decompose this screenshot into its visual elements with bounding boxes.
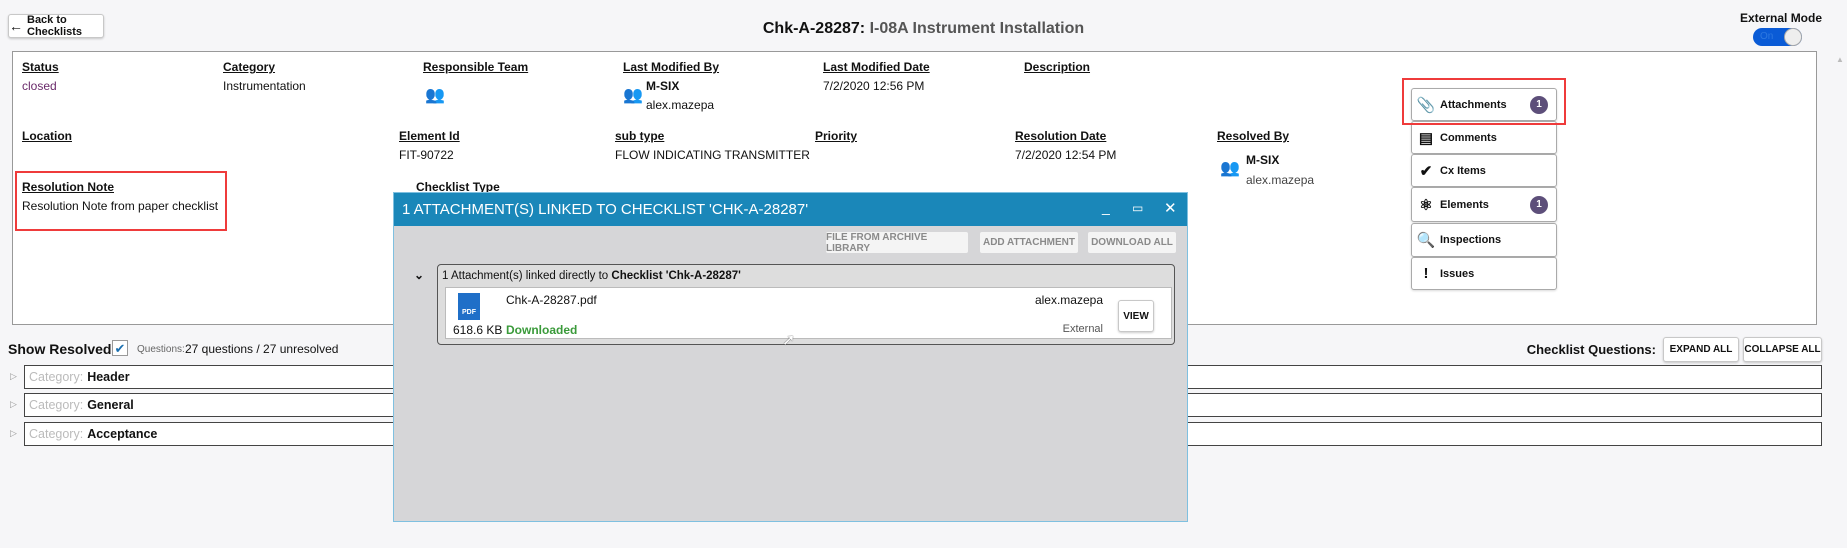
- questions-summary: 27 questions / 27 unresolved: [185, 342, 339, 356]
- status-value: closed: [22, 79, 57, 93]
- collapse-chevron-icon[interactable]: ⌄: [414, 268, 424, 282]
- team-icon: 👥: [1220, 160, 1240, 177]
- sub-type-label: sub type: [615, 129, 665, 143]
- scroll-up-arrow[interactable]: ▲: [1836, 55, 1844, 64]
- last-modified-user: alex.mazepa: [646, 98, 715, 112]
- external-mode-toggle[interactable]: On: [1753, 28, 1802, 46]
- page-title: Chk-A-28287: I-08A Instrument Installati…: [0, 20, 1847, 38]
- external-mode-label: External Mode: [1740, 11, 1823, 25]
- priority-label: Priority: [815, 129, 858, 143]
- resolution-date-label: Resolution Date: [1015, 129, 1107, 143]
- elements-count-badge: 1: [1530, 195, 1548, 214]
- attachment-source: External: [1062, 323, 1103, 335]
- last-modified-team: M-SIX: [646, 79, 680, 93]
- location-label: Location: [22, 129, 72, 143]
- view-button[interactable]: VIEW: [1118, 300, 1154, 332]
- download-all-button[interactable]: DOWNLOAD ALL: [1088, 232, 1176, 253]
- comments-button[interactable]: ▤ Comments: [1411, 121, 1557, 154]
- last-modified-date-value: 7/2/2020 12:56 PM: [823, 79, 925, 93]
- attachment-item[interactable]: PDF Chk-A-28287.pdf 618.6 KB Downloaded …: [445, 287, 1172, 339]
- atom-icon: ⚛: [1419, 196, 1433, 214]
- category-value: Instrumentation: [223, 79, 306, 93]
- resolved-by-user: alex.mazepa: [1246, 173, 1315, 187]
- toggle-knob: [1784, 28, 1802, 46]
- download-status: Downloaded: [506, 323, 578, 337]
- magnifier-icon: 🔍: [1416, 232, 1436, 249]
- element-id-label: Element Id: [399, 129, 460, 143]
- description-label: Description: [1024, 60, 1091, 74]
- attachments-highlight: [1402, 78, 1566, 125]
- pdf-file-icon: PDF: [458, 293, 480, 320]
- element-id-value: FIT-90722: [399, 148, 454, 162]
- expand-all-button[interactable]: EXPAND ALL: [1663, 337, 1739, 362]
- show-resolved-label: Show Resolved:: [8, 341, 117, 357]
- sub-type-value: FLOW INDICATING TRANSMITTER: [615, 148, 810, 162]
- questions-label: Questions:: [137, 344, 185, 355]
- maximize-icon[interactable]: ▭: [1132, 201, 1143, 215]
- attachments-dialog: 1 ATTACHMENT(S) LINKED TO CHECKLIST 'CHK…: [393, 192, 1188, 522]
- group-header: 1 Attachment(s) linked directly to Check…: [442, 270, 741, 282]
- team-icon: 👥: [623, 87, 643, 104]
- collapse-all-button[interactable]: COLLAPSE ALL: [1743, 337, 1822, 362]
- resolved-by-team: M-SIX: [1246, 153, 1280, 167]
- checkmark-icon: ✔: [1419, 162, 1433, 180]
- resolution-note-label: Resolution Note: [22, 180, 114, 194]
- responsible-team-label: Responsible Team: [423, 60, 529, 74]
- show-resolved-checkbox[interactable]: ✔: [112, 340, 128, 356]
- resolution-date-value: 7/2/2020 12:54 PM: [1015, 148, 1117, 162]
- resolution-note-value: Resolution Note from paper checklist: [22, 199, 219, 213]
- attachment-filename[interactable]: Chk-A-28287.pdf: [506, 293, 597, 307]
- expand-triangle-icon[interactable]: ▷: [10, 371, 17, 382]
- comment-icon: ▤: [1418, 129, 1434, 147]
- expand-triangle-icon[interactable]: ▷: [10, 399, 17, 410]
- last-modified-by-label: Last Modified By: [623, 60, 720, 74]
- status-label: Status: [22, 60, 59, 74]
- minimize-icon[interactable]: _: [1102, 199, 1110, 215]
- attachment-group: 1 Attachment(s) linked directly to Check…: [437, 264, 1175, 345]
- add-attachment-button[interactable]: ADD ATTACHMENT: [980, 232, 1078, 253]
- last-modified-date-label: Last Modified Date: [823, 60, 930, 74]
- dialog-title: 1 ATTACHMENT(S) LINKED TO CHECKLIST 'CHK…: [402, 201, 809, 218]
- mouse-cursor-icon: ➚: [782, 332, 796, 349]
- inspections-button[interactable]: 🔍 Inspections: [1411, 223, 1557, 257]
- category-label: Category: [223, 60, 276, 74]
- expand-triangle-icon[interactable]: ▷: [10, 428, 17, 439]
- attachment-size: 618.6 KB: [453, 323, 503, 337]
- resolved-by-label: Resolved By: [1217, 129, 1290, 143]
- file-from-archive-button[interactable]: FILE FROM ARCHIVE LIBRARY: [826, 232, 968, 254]
- exclamation-icon: !: [1423, 265, 1429, 282]
- checklist-questions-label: Checklist Questions:: [1526, 342, 1656, 357]
- close-icon[interactable]: ✕: [1164, 199, 1177, 217]
- issues-button[interactable]: ! Issues: [1411, 257, 1557, 290]
- dialog-title-bar: 1 ATTACHMENT(S) LINKED TO CHECKLIST 'CHK…: [394, 193, 1187, 226]
- cx-items-button[interactable]: ✔ Cx Items: [1411, 154, 1557, 187]
- attachment-user: alex.mazepa: [1034, 293, 1103, 307]
- team-icon: 👥: [425, 87, 445, 104]
- elements-button[interactable]: ⚛ Elements 1: [1411, 187, 1557, 222]
- title-name: I-08A Instrument Installation: [869, 20, 1085, 37]
- title-id: Chk-A-28287:: [762, 20, 866, 37]
